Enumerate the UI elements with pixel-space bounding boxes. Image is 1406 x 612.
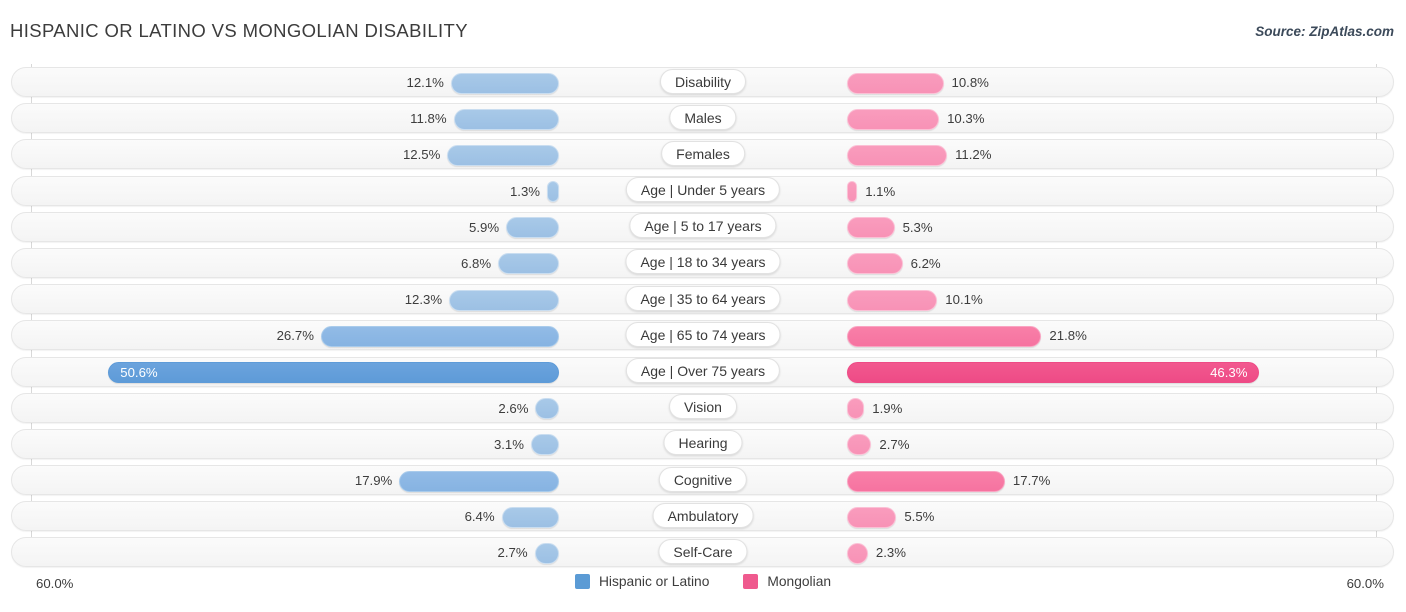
value-label-hispanic-or-latino: 3.1% (493, 436, 524, 452)
chart-row: 3.1% 2.7% Hearing (0, 426, 1406, 462)
bar-hispanic-or-latino (506, 217, 559, 239)
chart-row: 26.7% 21.8% Age | 65 to 74 years (0, 317, 1406, 353)
bar-mongolian (847, 542, 868, 564)
value-label-mongolian: 2.3% (875, 545, 906, 561)
legend-swatch-icon (743, 574, 759, 589)
value-label-mongolian: 5.3% (902, 219, 933, 235)
page-title: HISPANIC OR LATINO VS MONGOLIAN DISABILI… (10, 20, 468, 41)
value-label-mongolian: 5.5% (904, 509, 935, 525)
row-label-pill: Age | Over 75 years (625, 358, 781, 383)
bar-mongolian (847, 470, 1005, 492)
legend-item[interactable]: Hispanic or Latino (574, 574, 710, 589)
row-label-pill: Cognitive (658, 466, 748, 492)
chart-legend: Hispanic or Latino Mongolian (0, 574, 1406, 589)
row-label-pill: Age | 5 to 17 years (629, 213, 777, 239)
value-label-hispanic-or-latino: 6.8% (461, 255, 492, 271)
value-label-hispanic-or-latino: 2.7% (497, 545, 528, 561)
bar-hispanic-or-latino (534, 542, 559, 564)
value-label-hispanic-or-latino: 6.4% (464, 509, 495, 525)
chart-row: 11.8% 10.3% Males (0, 100, 1406, 136)
bar-mongolian (847, 181, 858, 203)
chart-row: 1.3% 1.1% Age | Under 5 years (0, 173, 1406, 209)
chart-row: 17.9% 17.7% Cognitive (0, 462, 1406, 498)
row-label-pill: Ambulatory (652, 502, 754, 528)
bar-hispanic-or-latino (498, 253, 559, 275)
value-label-hispanic-or-latino: 17.9% (354, 473, 393, 489)
legend-label: Mongolian (767, 574, 832, 589)
value-label-hispanic-or-latino: 11.8% (410, 111, 447, 127)
value-label-hispanic-or-latino: 26.7% (276, 328, 314, 344)
row-label-pill: Disability (659, 68, 747, 94)
value-label-mongolian: 1.9% (872, 400, 903, 416)
row-label-pill: Males (669, 104, 737, 130)
chart-row: 50.6% 46.3% Age | Over 75 years (0, 354, 1406, 390)
source-attribution: Source: ZipAtlas.com (1255, 24, 1394, 39)
chart-plot-area: 12.1% 10.8% Disability 11.8% 10.3% Males 12.5%… (0, 64, 1406, 572)
value-label-hispanic-or-latino: 12.3% (404, 292, 443, 308)
value-label-mongolian: 1.1% (865, 183, 896, 199)
chart-row: 5.9% 5.3% Age | 5 to 17 years (0, 209, 1406, 245)
bar-mongolian (847, 253, 903, 275)
legend-label: Hispanic or Latino (598, 574, 710, 589)
chart-row: 6.4% 5.5% Ambulatory (0, 498, 1406, 534)
chart-page: HISPANIC OR LATINO VS MONGOLIAN DISABILI… (0, 0, 1406, 612)
bar-mongolian (847, 362, 1260, 383)
chart-row: 2.6% 1.9% Vision (0, 390, 1406, 426)
bar-mongolian (847, 144, 948, 166)
bar-hispanic-or-latino (320, 325, 559, 347)
chart-row: 12.3% 10.1% Age | 35 to 64 years (0, 281, 1406, 317)
row-label-pill: Age | 65 to 74 years (625, 321, 781, 347)
bar-mongolian (847, 398, 865, 420)
value-label-mongolian: 21.8% (1049, 328, 1087, 344)
value-label-mongolian: 10.8% (951, 75, 989, 90)
legend-swatch-icon (574, 574, 590, 589)
bar-mongolian (847, 217, 895, 239)
bar-hispanic-or-latino (450, 72, 559, 94)
bar-hispanic-or-latino (531, 434, 559, 456)
bar-mongolian (847, 506, 897, 528)
value-label-hispanic-or-latino: 2.6% (498, 400, 529, 416)
bar-hispanic-or-latino (399, 470, 559, 492)
value-label-hispanic-or-latino: 5.9% (469, 219, 500, 235)
chart-row: 12.5% 11.2% Females (0, 136, 1406, 172)
chart-row: 12.1% 10.8% Disability (0, 64, 1406, 100)
row-label-pill: Vision (669, 394, 737, 420)
bar-hispanic-or-latino (449, 289, 559, 311)
value-label-hispanic-or-latino: 50.6% (120, 364, 158, 380)
row-label-pill: Age | 35 to 64 years (625, 285, 781, 311)
value-label-mongolian: 6.2% (910, 255, 941, 271)
bar-hispanic-or-latino (535, 398, 559, 420)
bar-mongolian (847, 289, 938, 311)
chart-row: 2.7% 2.3% Self-Care (0, 534, 1406, 570)
value-label-mongolian: 17.7% (1012, 473, 1051, 489)
value-label-mongolian: 11.2% (955, 147, 992, 163)
row-label-pill: Age | Under 5 years (625, 177, 781, 203)
legend-item[interactable]: Mongolian (743, 574, 831, 589)
value-label-mongolian: 2.7% (879, 436, 910, 452)
value-label-mongolian: 46.3% (1210, 364, 1248, 380)
row-label-pill: Females (661, 140, 745, 166)
row-label-pill: Self-Care (658, 538, 748, 564)
value-label-mongolian: 10.3% (947, 111, 985, 127)
chart-row: 6.8% 6.2% Age | 18 to 34 years (0, 245, 1406, 281)
bar-hispanic-or-latino (501, 506, 559, 528)
bar-mongolian (847, 72, 944, 94)
bar-hispanic-or-latino (453, 108, 559, 130)
chart-rows: 12.1% 10.8% Disability 11.8% 10.3% Males 12.5%… (0, 64, 1406, 571)
bar-hispanic-or-latino (447, 144, 559, 166)
row-label-pill: Hearing (663, 430, 743, 456)
value-label-hispanic-or-latino: 12.5% (402, 147, 441, 163)
bar-hispanic-or-latino (547, 181, 559, 203)
bar-mongolian (847, 108, 940, 130)
value-label-mongolian: 10.1% (945, 292, 983, 308)
bar-hispanic-or-latino (108, 362, 559, 383)
value-label-hispanic-or-latino: 1.3% (509, 183, 541, 199)
value-label-hispanic-or-latino: 12.1% (406, 75, 444, 90)
bar-mongolian (847, 325, 1042, 347)
row-label-pill: Age | 18 to 34 years (625, 249, 781, 275)
